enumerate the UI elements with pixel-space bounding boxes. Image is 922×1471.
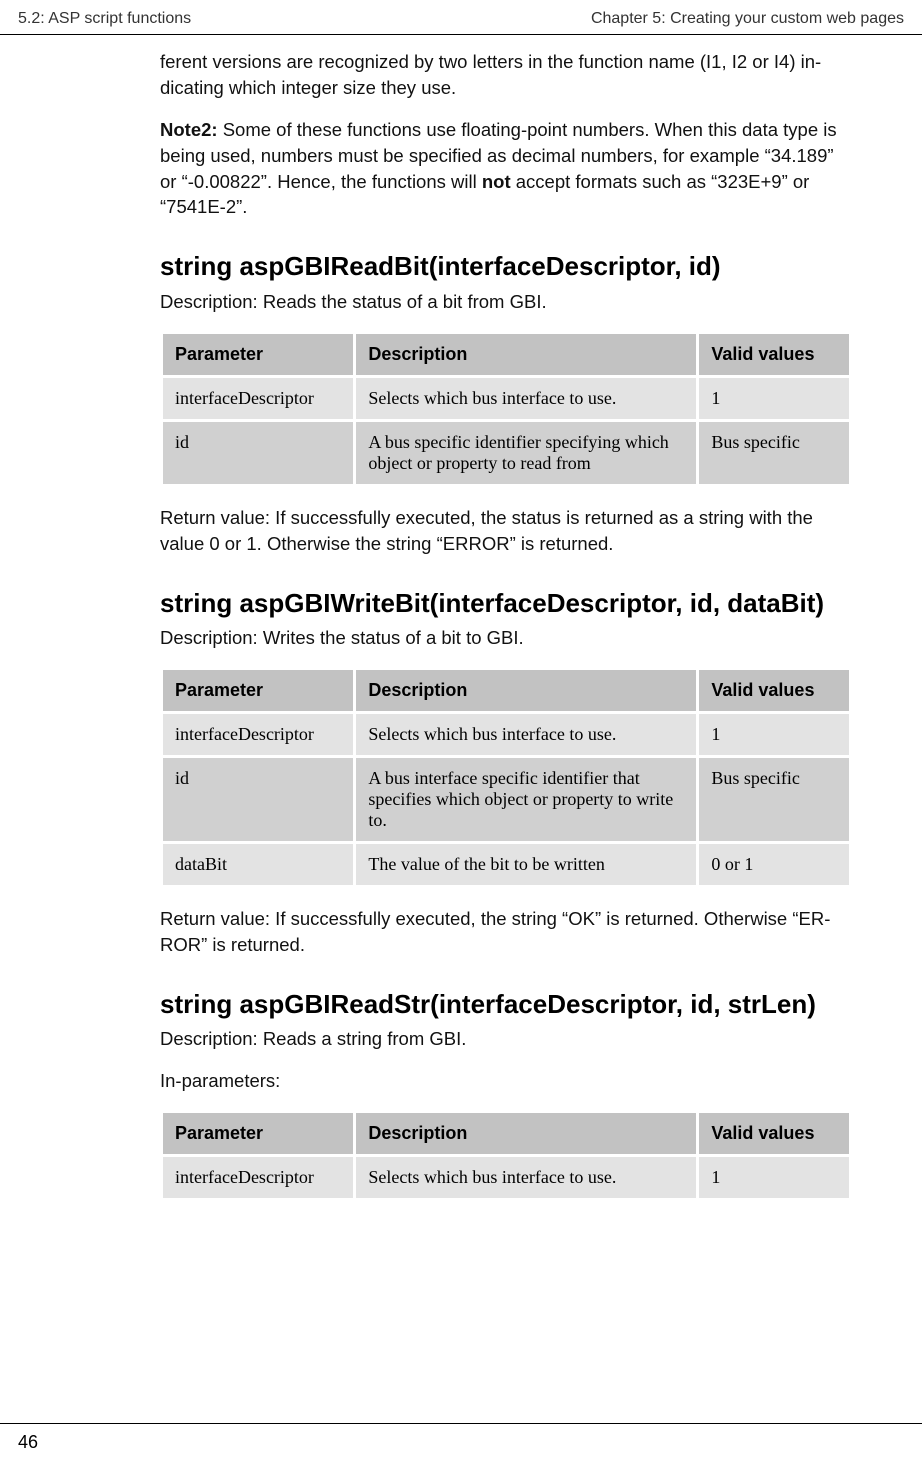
th-param: Parameter (163, 1113, 353, 1154)
func1-table: Parameter Description Valid val­ues inte… (160, 331, 852, 487)
cell-param: dataBit (163, 844, 353, 885)
table-row: interfaceDescriptor Selects which bus in… (163, 714, 849, 755)
cell-param: interfaceDescriptor (163, 378, 353, 419)
func2-title: string aspGBIWriteBit(interfaceDescripto… (160, 587, 852, 620)
table-header-row: Parameter Description Valid val­ues (163, 670, 849, 711)
cell-param: id (163, 422, 353, 484)
note2-bold: not (482, 171, 511, 192)
func1-return: Return value: If successfully executed, … (160, 505, 852, 557)
func2-desc: Description: Writes the status of a bit … (160, 625, 852, 651)
page-footer: 46 (0, 1423, 922, 1453)
intro-p1: ferent versions are recognized by two le… (160, 49, 852, 101)
page: 5.2: ASP script functions Chapter 5: Cre… (0, 0, 922, 1471)
header-right: Chapter 5: Creating your custom web page… (591, 10, 904, 28)
func2-table: Parameter Description Valid val­ues inte… (160, 667, 852, 888)
cell-desc: A bus interface specific identifier that… (356, 758, 696, 841)
func1-title: string aspGBIReadBit(interfaceDescriptor… (160, 250, 852, 283)
func3-table: Parameter Description Valid val­ues inte… (160, 1110, 852, 1201)
table-row: dataBit The value of the bit to be writt… (163, 844, 849, 885)
cell-desc: Selects which bus interface to use. (356, 378, 696, 419)
func3-desc: Description: Reads a string from GBI. (160, 1026, 852, 1052)
cell-param: id (163, 758, 353, 841)
table-row: interfaceDescriptor Selects which bus in… (163, 1157, 849, 1198)
func1-desc: Description: Reads the status of a bit f… (160, 289, 852, 315)
table-row: id A bus specific identifier specifying … (163, 422, 849, 484)
page-number: 46 (18, 1432, 38, 1452)
th-param: Parameter (163, 670, 353, 711)
table-header-row: Parameter Description Valid val­ues (163, 1113, 849, 1154)
cell-valid: Bus specific (699, 422, 849, 484)
th-valid: Valid val­ues (699, 1113, 849, 1154)
cell-desc: A bus specific identifier specifying whi… (356, 422, 696, 484)
page-header: 5.2: ASP script functions Chapter 5: Cre… (0, 0, 922, 35)
th-valid: Valid val­ues (699, 670, 849, 711)
cell-desc: Selects which bus interface to use. (356, 714, 696, 755)
th-desc: Description (356, 670, 696, 711)
cell-valid: Bus specific (699, 758, 849, 841)
th-desc: Description (356, 1113, 696, 1154)
cell-valid: 1 (699, 714, 849, 755)
cell-param: interfaceDescriptor (163, 1157, 353, 1198)
cell-param: interfaceDescriptor (163, 714, 353, 755)
func2-return: Return value: If successfully executed, … (160, 906, 852, 958)
cell-desc: Selects which bus interface to use. (356, 1157, 696, 1198)
cell-valid: 1 (699, 378, 849, 419)
table-row: interfaceDescriptor Selects which bus in… (163, 378, 849, 419)
table-header-row: Parameter Description Valid val­ues (163, 334, 849, 375)
th-desc: Description (356, 334, 696, 375)
cell-desc: The value of the bit to be written (356, 844, 696, 885)
note2-label: Note2: (160, 119, 218, 140)
func3-inparams: In-parameters: (160, 1068, 852, 1094)
func3-title: string aspGBIReadStr(interfaceDescriptor… (160, 988, 852, 1021)
th-param: Parameter (163, 334, 353, 375)
th-valid: Valid val­ues (699, 334, 849, 375)
cell-valid: 0 or 1 (699, 844, 849, 885)
content: ferent versions are recognized by two le… (0, 35, 922, 1201)
cell-valid: 1 (699, 1157, 849, 1198)
intro-note2: Note2: Some of these functions use float… (160, 117, 852, 221)
table-row: id A bus interface specific identifier t… (163, 758, 849, 841)
header-left: 5.2: ASP script functions (18, 10, 191, 28)
